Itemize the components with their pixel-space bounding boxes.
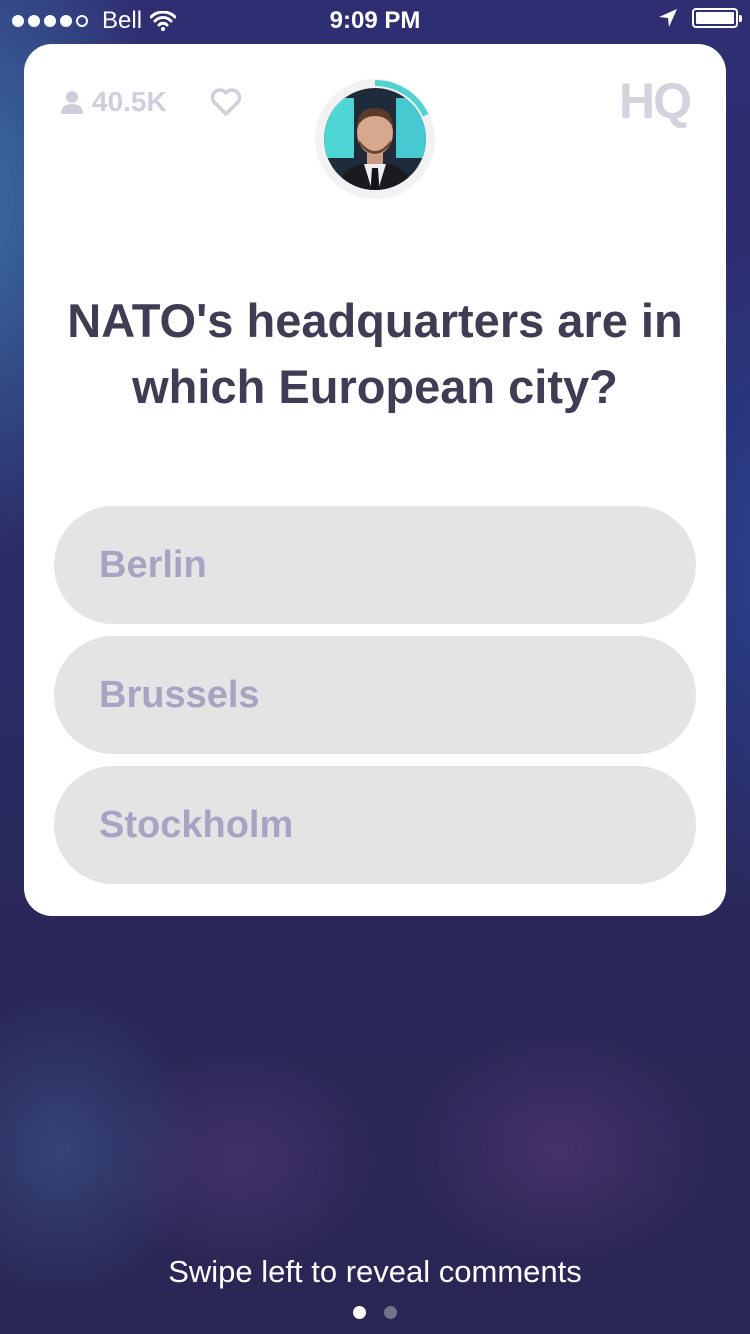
answer-label: Berlin <box>99 543 207 586</box>
status-right <box>658 8 742 28</box>
host-avatar <box>315 79 435 199</box>
viewer-count: 40.5K <box>60 86 167 118</box>
hq-logo: HQ <box>619 73 692 129</box>
heart-icon[interactable] <box>210 88 242 116</box>
answer-label: Stockholm <box>99 803 294 846</box>
status-time: 9:09 PM <box>329 7 421 34</box>
battery-fill <box>696 12 734 24</box>
location-arrow-icon <box>659 9 677 27</box>
question-text: NATO's headquarters are in which Europea… <box>67 294 683 413</box>
question-card: 40.5K HQ NATO's headquarters are in whic… <box>24 44 726 916</box>
page-indicator[interactable] <box>0 1306 750 1319</box>
answer-label: Brussels <box>99 673 260 716</box>
viewer-count-label: 40.5K <box>92 86 167 117</box>
answer-option-2[interactable]: Brussels <box>54 636 696 754</box>
swipe-hint: Swipe left to reveal comments <box>168 1254 582 1289</box>
host-photo <box>324 88 426 190</box>
battery-icon <box>692 8 742 28</box>
status-bar: Bell 9:09 PM <box>0 0 750 40</box>
answer-option-1[interactable]: Berlin <box>54 506 696 624</box>
answer-option-3[interactable]: Stockholm <box>54 766 696 884</box>
page-dot-active[interactable] <box>353 1306 366 1319</box>
page-dot[interactable] <box>384 1306 397 1319</box>
person-icon <box>61 91 83 114</box>
